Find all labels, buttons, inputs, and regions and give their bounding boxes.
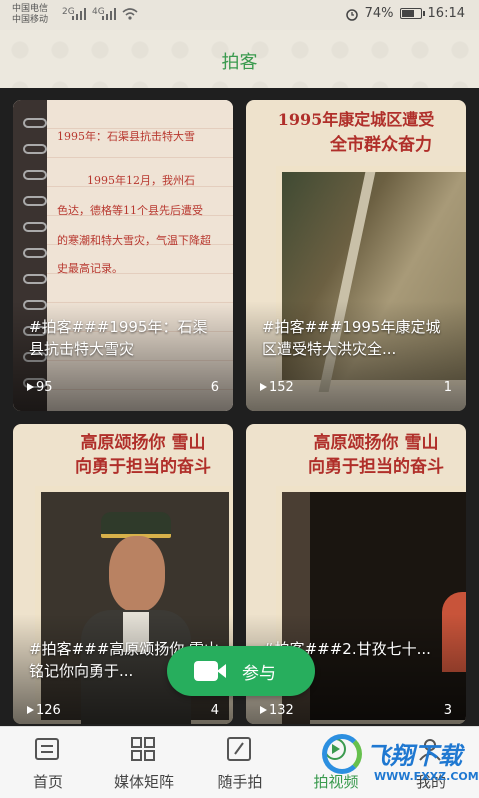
watermark: 飞翔下载 WWW.FXXZ.COM <box>318 730 479 790</box>
tab-home[interactable]: 首页 <box>0 727 96 798</box>
watermark-logo-icon <box>322 734 362 774</box>
video-title: #拍客###1995年：石渠县抗击特大雪灾 <box>29 318 208 358</box>
page-header: 拍客 <box>0 30 479 88</box>
watermark-url: WWW.FXXZ.COM <box>374 770 479 783</box>
thumb-text: 的寒潮和特大雪灾，气温下降超 <box>57 234 211 247</box>
tab-label: 随手拍 <box>217 773 263 791</box>
video-card[interactable]: 1995年康定城区遭受 全市群众奋力 #拍客###1995年康定城区遭受特大洪灾… <box>246 100 466 411</box>
signal-icon <box>72 8 86 20</box>
alarm-icon <box>345 8 358 21</box>
clock: 16:14 <box>427 6 465 21</box>
battery-percent: 74% <box>364 6 394 21</box>
battery-icon <box>399 8 425 19</box>
tab-snapshot[interactable]: 随手拍 <box>192 727 288 798</box>
play-count: 132 <box>260 703 294 718</box>
grid-icon <box>131 737 155 761</box>
thumb-text: 色达，德格等11个县先后遭受 <box>57 204 203 217</box>
like-count: 1 <box>443 380 452 395</box>
like-count: 6 <box>210 380 219 395</box>
play-icon <box>27 706 34 714</box>
play-icon <box>260 383 267 391</box>
signal-icon-2 <box>102 8 116 20</box>
play-count: 126 <box>27 703 61 718</box>
thumb-text: 向勇于担当的奋斗 <box>75 457 211 477</box>
like-count: 4 <box>210 703 219 718</box>
play-icon <box>27 383 34 391</box>
thumb-text: 向勇于担当的奋斗 <box>308 457 444 477</box>
edit-icon <box>227 737 251 761</box>
play-count: 95 <box>27 380 53 395</box>
tab-label: 首页 <box>32 773 63 791</box>
video-camera-icon <box>194 661 226 681</box>
video-title: #拍客###1995年康定城区遭受特大洪灾全... <box>262 318 441 358</box>
play-icon <box>260 706 267 714</box>
tab-media-matrix[interactable]: 媒体矩阵 <box>96 727 192 798</box>
thumb-text: 全市群众奋力 <box>330 135 432 155</box>
home-icon <box>35 738 59 760</box>
thumb-text: 1995年12月，我州石 <box>87 174 195 187</box>
watermark-text: 飞翔下载 <box>366 742 462 770</box>
carrier-1: 中国电信 <box>12 4 49 14</box>
participate-button[interactable]: 参与 <box>167 646 315 696</box>
page-title: 拍客 <box>221 52 258 73</box>
like-count: 3 <box>443 703 452 718</box>
thumb-text: 1995年：石渠县抗击特大雪 <box>57 130 195 143</box>
play-count: 152 <box>260 380 294 395</box>
participate-label: 参与 <box>242 664 276 684</box>
status-right: 74% 16:14 <box>345 6 465 21</box>
carrier-info: 中国电信 中国移动 <box>12 4 48 26</box>
thumb-text: 1995年康定城区遭受 <box>277 110 435 129</box>
thumb-text: 高原颂扬你 雪山 <box>313 433 439 453</box>
status-bar: 中国电信 中国移动 2G 4G 74% 16:14 <box>0 0 479 30</box>
carrier-2: 中国移动 <box>12 15 49 25</box>
wifi-icon <box>122 8 138 20</box>
tab-label: 媒体矩阵 <box>113 773 174 791</box>
video-card[interactable]: 1995年：石渠县抗击特大雪 1995年12月，我州石 色达，德格等11个县先后… <box>13 100 233 411</box>
thumb-text: 史最高记录。 <box>57 262 123 275</box>
thumb-text: 高原颂扬你 雪山 <box>80 433 206 453</box>
